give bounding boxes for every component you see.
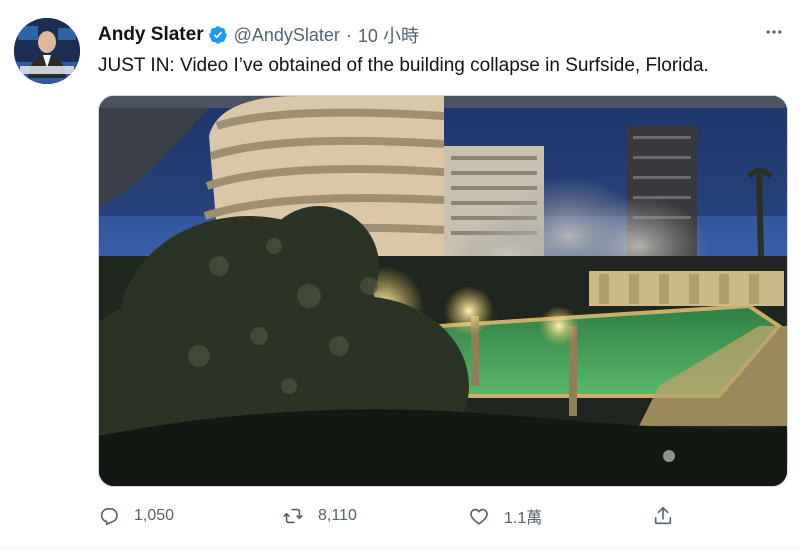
tweet-header: Andy Slater @AndySlater · 10 小時 xyxy=(98,22,780,48)
tweet-timestamp[interactable]: 10 小時 xyxy=(358,22,419,48)
tweet-card[interactable]: Andy Slater @AndySlater · 10 小時 JUST IN:… xyxy=(0,0,800,553)
verified-badge-icon xyxy=(208,26,227,44)
retweet-button[interactable]: 8,110 xyxy=(282,500,357,532)
reply-icon xyxy=(100,508,118,526)
like-button[interactable]: 1.1萬 xyxy=(468,500,542,532)
reply-count: 1,050 xyxy=(134,507,175,524)
reply-button[interactable]: 1,050 xyxy=(98,500,174,532)
share-button[interactable] xyxy=(652,500,674,532)
tweet-video[interactable] xyxy=(98,95,788,487)
divider xyxy=(0,548,800,549)
heart-icon xyxy=(470,508,488,525)
author-name[interactable]: Andy Slater xyxy=(98,24,204,46)
avatar[interactable] xyxy=(14,18,80,84)
retweet-count: 8,110 xyxy=(318,507,357,524)
more-horizontal-icon[interactable] xyxy=(760,20,788,44)
avatar-image xyxy=(14,18,80,84)
tweet-text: JUST IN: Video I’ve obtained of the buil… xyxy=(98,55,709,76)
separator-dot: · xyxy=(345,24,352,45)
author-handle[interactable]: @AndySlater xyxy=(234,25,340,46)
share-icon xyxy=(654,506,672,525)
like-count: 1.1萬 xyxy=(504,510,543,527)
retweet-icon xyxy=(283,508,303,524)
tweet-actions: 1,050 8,110 1.1萬 xyxy=(98,500,698,532)
video-frame-image xyxy=(99,96,787,486)
